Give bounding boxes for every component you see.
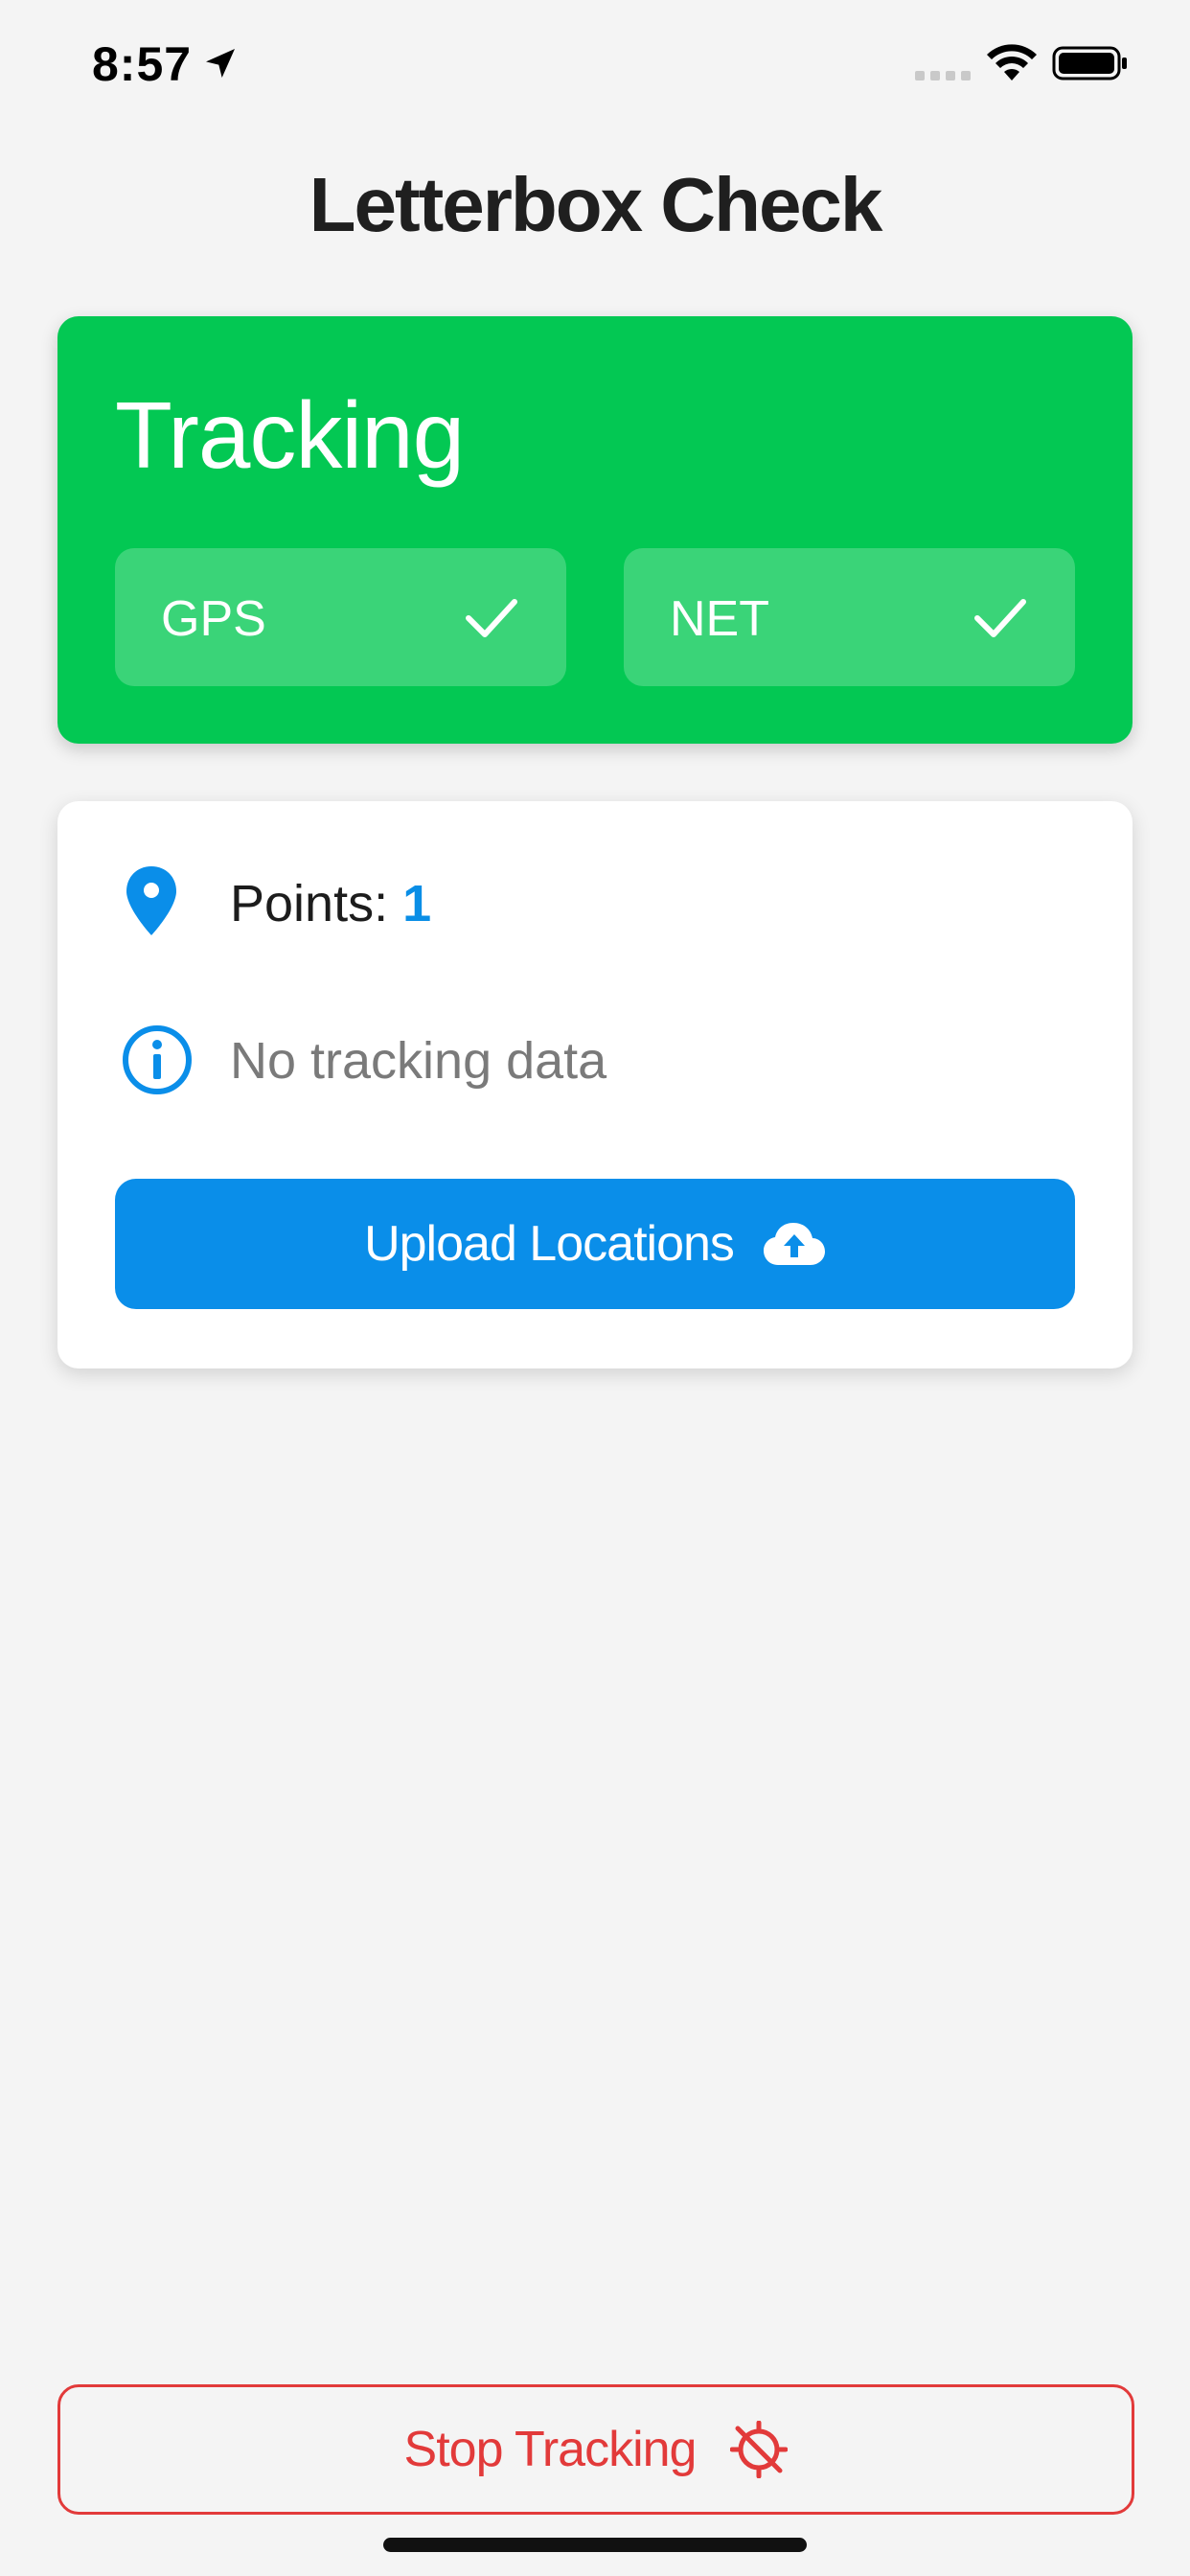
- upload-locations-button[interactable]: Upload Locations: [115, 1179, 1075, 1309]
- home-indicator[interactable]: [383, 2538, 807, 2552]
- net-indicator: NET: [624, 548, 1075, 686]
- points-value: 1: [402, 875, 432, 932]
- tracking-status-card: Tracking GPS NET: [57, 316, 1133, 744]
- location-off-icon: [730, 2421, 789, 2478]
- gps-indicator: GPS: [115, 548, 566, 686]
- stop-tracking-button[interactable]: Stop Tracking: [57, 2384, 1134, 2515]
- location-arrow-icon: [206, 49, 235, 78]
- checkmark-icon: [466, 599, 517, 637]
- points-label: Points:: [230, 875, 389, 932]
- status-bar: 8:57: [0, 0, 1190, 126]
- gps-label: GPS: [161, 591, 266, 647]
- points-count: Points: 1: [230, 874, 431, 933]
- info-card: Points: 1 No tracking data Upload Locati…: [57, 801, 1133, 1368]
- map-pin-icon: [126, 866, 176, 935]
- wifi-icon: [987, 44, 1037, 80]
- stop-tracking-label: Stop Tracking: [403, 2422, 698, 2477]
- cloud-upload-icon: [763, 1223, 825, 1265]
- battery-icon: [1052, 46, 1127, 80]
- tracking-status-label: Tracking: [115, 382, 465, 488]
- status-time: 8:57: [92, 37, 193, 91]
- net-label: NET: [670, 591, 769, 647]
- checkmark-icon: [974, 599, 1026, 637]
- tracking-data-message: No tracking data: [230, 1032, 607, 1090]
- upload-button-label: Upload Locations: [364, 1216, 735, 1272]
- cellular-signal-icon: [915, 71, 971, 80]
- page-title: Letterbox Check: [309, 162, 883, 247]
- info-icon: [123, 1025, 192, 1094]
